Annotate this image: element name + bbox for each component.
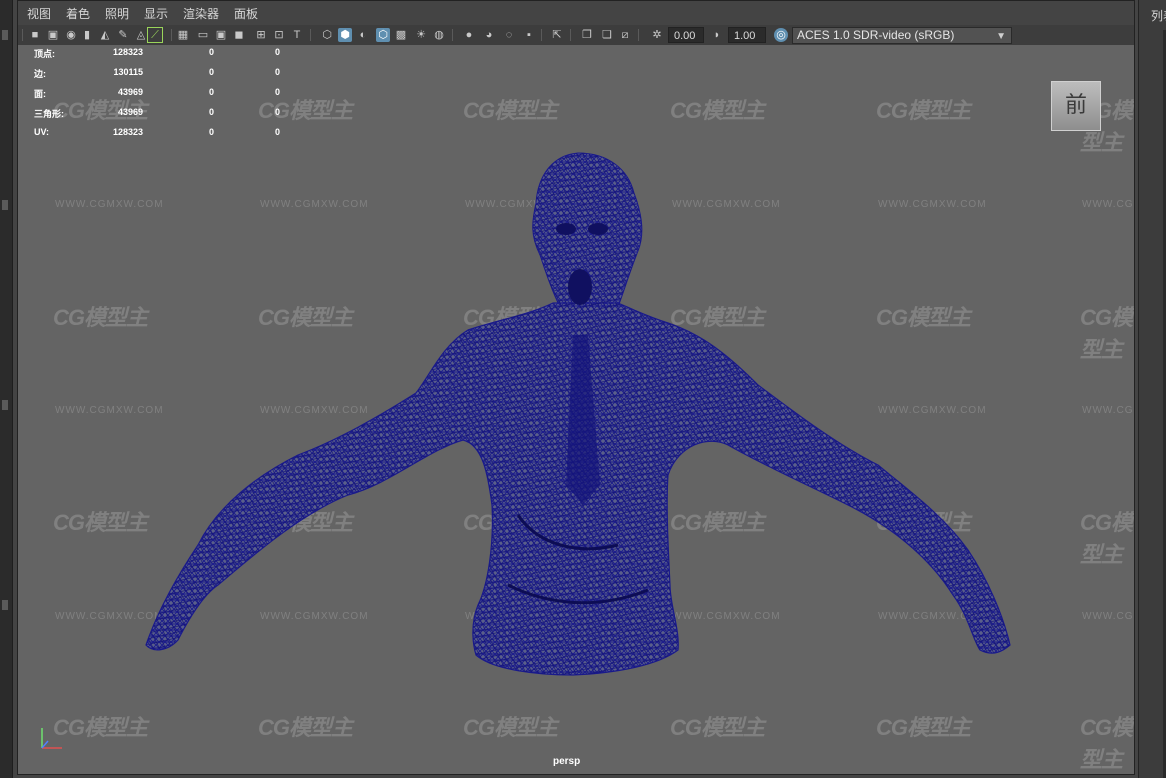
panel-menubar: 视图 着色 照明 显示 渲染器 面板	[18, 1, 1134, 25]
menu-panels[interactable]: 面板	[234, 5, 258, 22]
field-chart-icon[interactable]: ⊞	[254, 28, 268, 42]
hud-selected-count: 0	[208, 107, 214, 117]
menu-shading[interactable]: 着色	[66, 5, 90, 22]
hud-total-count: 43969	[117, 87, 143, 97]
hud-selected-count: 0	[208, 127, 214, 137]
hud-label: 三角形:	[34, 109, 64, 119]
hud-total-count: 43969	[117, 107, 143, 117]
hud-total-count: 130115	[113, 67, 143, 77]
grid-icon[interactable]: ▦	[176, 28, 190, 42]
left-tool-strip	[0, 0, 13, 778]
axis-gizmo	[41, 728, 62, 749]
view-cube[interactable]: 前	[1051, 81, 1101, 131]
hud-total-count: 128323	[112, 127, 143, 137]
pencil-icon[interactable]: ⟋	[147, 27, 163, 43]
screen-space-ao-icon[interactable]: ●	[462, 28, 476, 42]
hud-selected-count: 0	[208, 47, 214, 57]
hud-sub-count: 0	[274, 47, 280, 57]
toolbar-separator	[452, 29, 453, 41]
camera-name-label: persp	[553, 756, 581, 767]
strip-grip[interactable]	[2, 30, 8, 40]
gamma-field[interactable]: 1.00	[728, 27, 766, 43]
shadows-icon[interactable]: ◍	[432, 28, 446, 42]
strip-grip[interactable]	[2, 400, 8, 410]
view-transform-value: ACES 1.0 SDR-video (sRGB)	[797, 28, 955, 42]
viewport-panel: 视图 着色 照明 显示 渲染器 面板 ■ ▣ ◉ ▮ ◭ ✎ ◬ ⟋ ▦ ▭ ▣…	[17, 0, 1135, 775]
anti-aliasing-icon[interactable]: ◌	[502, 28, 516, 42]
bookmark-camera-icon[interactable]: ◉	[64, 28, 78, 42]
3d-viewport[interactable]: CG模型主 CG模型主 CG模型主 CG模型主 CG模型主 CG模型主 CG模型主 CG模型主…	[18, 45, 1134, 774]
panel-toolbar: ■ ▣ ◉ ▮ ◭ ✎ ◬ ⟋ ▦ ▭ ▣ ◼ ⊞ ⊡ T ⬡ ⬢ ◐ ⬡ ▩ …	[18, 25, 1134, 45]
hud-label: 面:	[34, 89, 46, 99]
toolbar-separator	[541, 29, 542, 41]
exposure-field[interactable]: 0.00	[668, 27, 704, 43]
menu-view[interactable]: 视图	[27, 5, 51, 22]
safe-action-icon[interactable]: ⊡	[272, 28, 286, 42]
camera-attributes-icon[interactable]: ▣	[46, 28, 60, 42]
view-transform-select[interactable]: ACES 1.0 SDR-video (sRGB) ▼	[792, 27, 1012, 44]
hud-sub-count: 0	[274, 87, 280, 97]
isolate-select-icon[interactable]: ⇱	[550, 28, 564, 42]
hud-label: 顶点:	[34, 49, 55, 59]
gate-mask-icon[interactable]: ◼	[232, 28, 246, 42]
xray-joints-icon[interactable]: ⧄	[618, 28, 632, 42]
color-management-icon[interactable]: ◎	[774, 28, 788, 42]
hud-selected-count: 0	[208, 67, 214, 77]
strip-grip[interactable]	[2, 200, 8, 210]
default-material-icon[interactable]: ◐	[356, 28, 370, 42]
menu-lighting[interactable]: 照明	[105, 5, 129, 22]
toolbar-separator	[570, 29, 571, 41]
outliner-label[interactable]: 列表	[1151, 7, 1166, 24]
exposure-icon[interactable]: ✲	[650, 28, 664, 42]
toolbar-separator	[638, 29, 639, 41]
textured-icon[interactable]: ▩	[394, 28, 408, 42]
gamma-icon[interactable]: ◗	[710, 28, 724, 42]
menu-renderer[interactable]: 渲染器	[183, 5, 219, 22]
two-d-pan-icon[interactable]: ◭	[98, 28, 112, 42]
chevron-down-icon[interactable]: ▼	[996, 29, 1006, 44]
wireframe-mesh[interactable]	[18, 45, 1134, 774]
menu-show[interactable]: 显示	[144, 5, 168, 22]
motion-blur-icon[interactable]: ◕	[482, 28, 496, 42]
camera-icon[interactable]: ■	[28, 28, 42, 42]
xray-icon[interactable]: ❐	[580, 28, 594, 42]
toolbar-separator	[310, 29, 311, 41]
hud-selected-count: 0	[208, 87, 214, 97]
depth-of-field-icon[interactable]: ▪	[522, 28, 536, 42]
toolbar-separator	[171, 29, 172, 41]
body-silhouette	[145, 152, 1011, 676]
strip-grip[interactable]	[2, 600, 8, 610]
snapshot-icon[interactable]: ◬	[134, 28, 148, 42]
xray-active-components-icon[interactable]: ❏	[600, 28, 614, 42]
right-panel: 列表	[1138, 0, 1166, 778]
safe-title-icon[interactable]: T	[290, 28, 304, 42]
resolution-gate-icon[interactable]: ▣	[214, 28, 228, 42]
hud-total-count: 128323	[112, 47, 143, 57]
use-all-lights-icon[interactable]: ☀	[414, 28, 428, 42]
wireframe-icon[interactable]: ⬡	[320, 28, 334, 42]
hud-label: 边:	[34, 69, 46, 79]
wireframe-on-shaded-icon[interactable]: ⬡	[376, 28, 390, 42]
film-gate-icon[interactable]: ▭	[196, 28, 210, 42]
hud-sub-count: 0	[274, 67, 280, 77]
grease-pencil-icon[interactable]: ✎	[116, 28, 130, 42]
toolbar-separator	[22, 29, 23, 41]
smooth-shade-icon[interactable]: ⬢	[338, 28, 352, 42]
hud-sub-count: 0	[274, 127, 280, 137]
hud-sub-count: 0	[274, 107, 280, 117]
image-plane-icon[interactable]: ▮	[80, 28, 94, 42]
hud-label: UV:	[34, 127, 50, 137]
